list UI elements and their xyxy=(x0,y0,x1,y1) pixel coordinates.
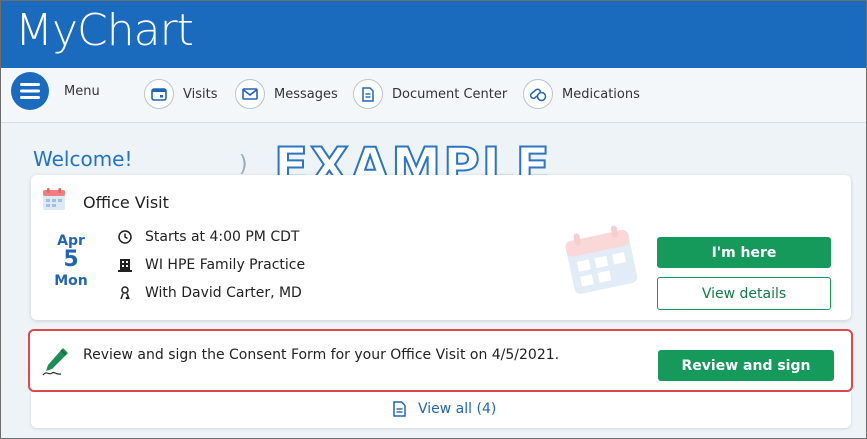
review-and-sign-button[interactable]: Review and sign xyxy=(658,350,834,381)
calendar-illustration-icon xyxy=(561,225,641,299)
pen-signature-icon xyxy=(41,346,71,382)
partially-hidden-text: ) xyxy=(239,152,248,177)
main-nav: Menu Visits Messages Document Center Med… xyxy=(1,68,866,123)
consent-form-task: Review and sign the Consent Form for you… xyxy=(28,329,853,392)
im-here-button[interactable]: I'm here xyxy=(657,237,831,268)
nav-item-document-center[interactable]: Document Center xyxy=(353,78,507,110)
visit-time-row: Starts at 4:00 PM CDT xyxy=(117,229,299,245)
clock-icon xyxy=(117,230,133,244)
provider-icon xyxy=(117,286,133,300)
visit-provider-row: With David Carter, MD xyxy=(117,285,302,301)
view-all-bar: View all (4) xyxy=(31,392,851,428)
view-all-label: View all (4) xyxy=(418,401,497,417)
nav-item-messages[interactable]: Messages xyxy=(235,78,338,110)
envelope-icon xyxy=(235,79,265,109)
visit-provider: With David Carter, MD xyxy=(145,285,302,301)
hamburger-icon xyxy=(11,72,49,110)
pills-icon xyxy=(523,79,553,109)
nav-item-visits[interactable]: Visits xyxy=(144,78,217,110)
visit-location: WI HPE Family Practice xyxy=(145,257,306,273)
document-icon xyxy=(353,79,383,109)
building-icon xyxy=(117,258,133,272)
menu-button[interactable]: Menu xyxy=(11,72,100,110)
page-title: Welcome! xyxy=(33,147,133,171)
mychart-window: MyChart Menu Visits Messages Document Ce… xyxy=(0,0,867,439)
upcoming-visit-card: Office Visit Apr 5 Mon Starts at 4:00 PM… xyxy=(31,175,851,320)
visit-day: 5 xyxy=(63,247,79,272)
visit-time: Starts at 4:00 PM CDT xyxy=(145,229,300,245)
nav-item-medications[interactable]: Medications xyxy=(523,78,640,110)
app-header: MyChart xyxy=(1,1,866,68)
document-icon xyxy=(393,401,406,417)
nav-item-label: Messages xyxy=(274,86,338,102)
visit-date: Apr 5 Mon xyxy=(51,233,91,289)
visit-weekday: Mon xyxy=(54,273,88,289)
calendar-icon xyxy=(144,79,174,109)
mychart-logo[interactable]: MyChart xyxy=(15,5,194,56)
task-description: Review and sign the Consent Form for you… xyxy=(83,347,560,363)
visit-location-row: WI HPE Family Practice xyxy=(117,257,305,273)
menu-label: Menu xyxy=(64,83,100,99)
view-details-button[interactable]: View details xyxy=(657,277,831,310)
nav-item-label: Visits xyxy=(183,86,218,102)
nav-item-label: Medications xyxy=(562,86,640,102)
view-all-link[interactable]: View all (4) xyxy=(393,401,496,417)
calendar-icon xyxy=(42,187,66,215)
nav-item-label: Document Center xyxy=(392,86,508,102)
visit-title: Office Visit xyxy=(83,193,169,212)
